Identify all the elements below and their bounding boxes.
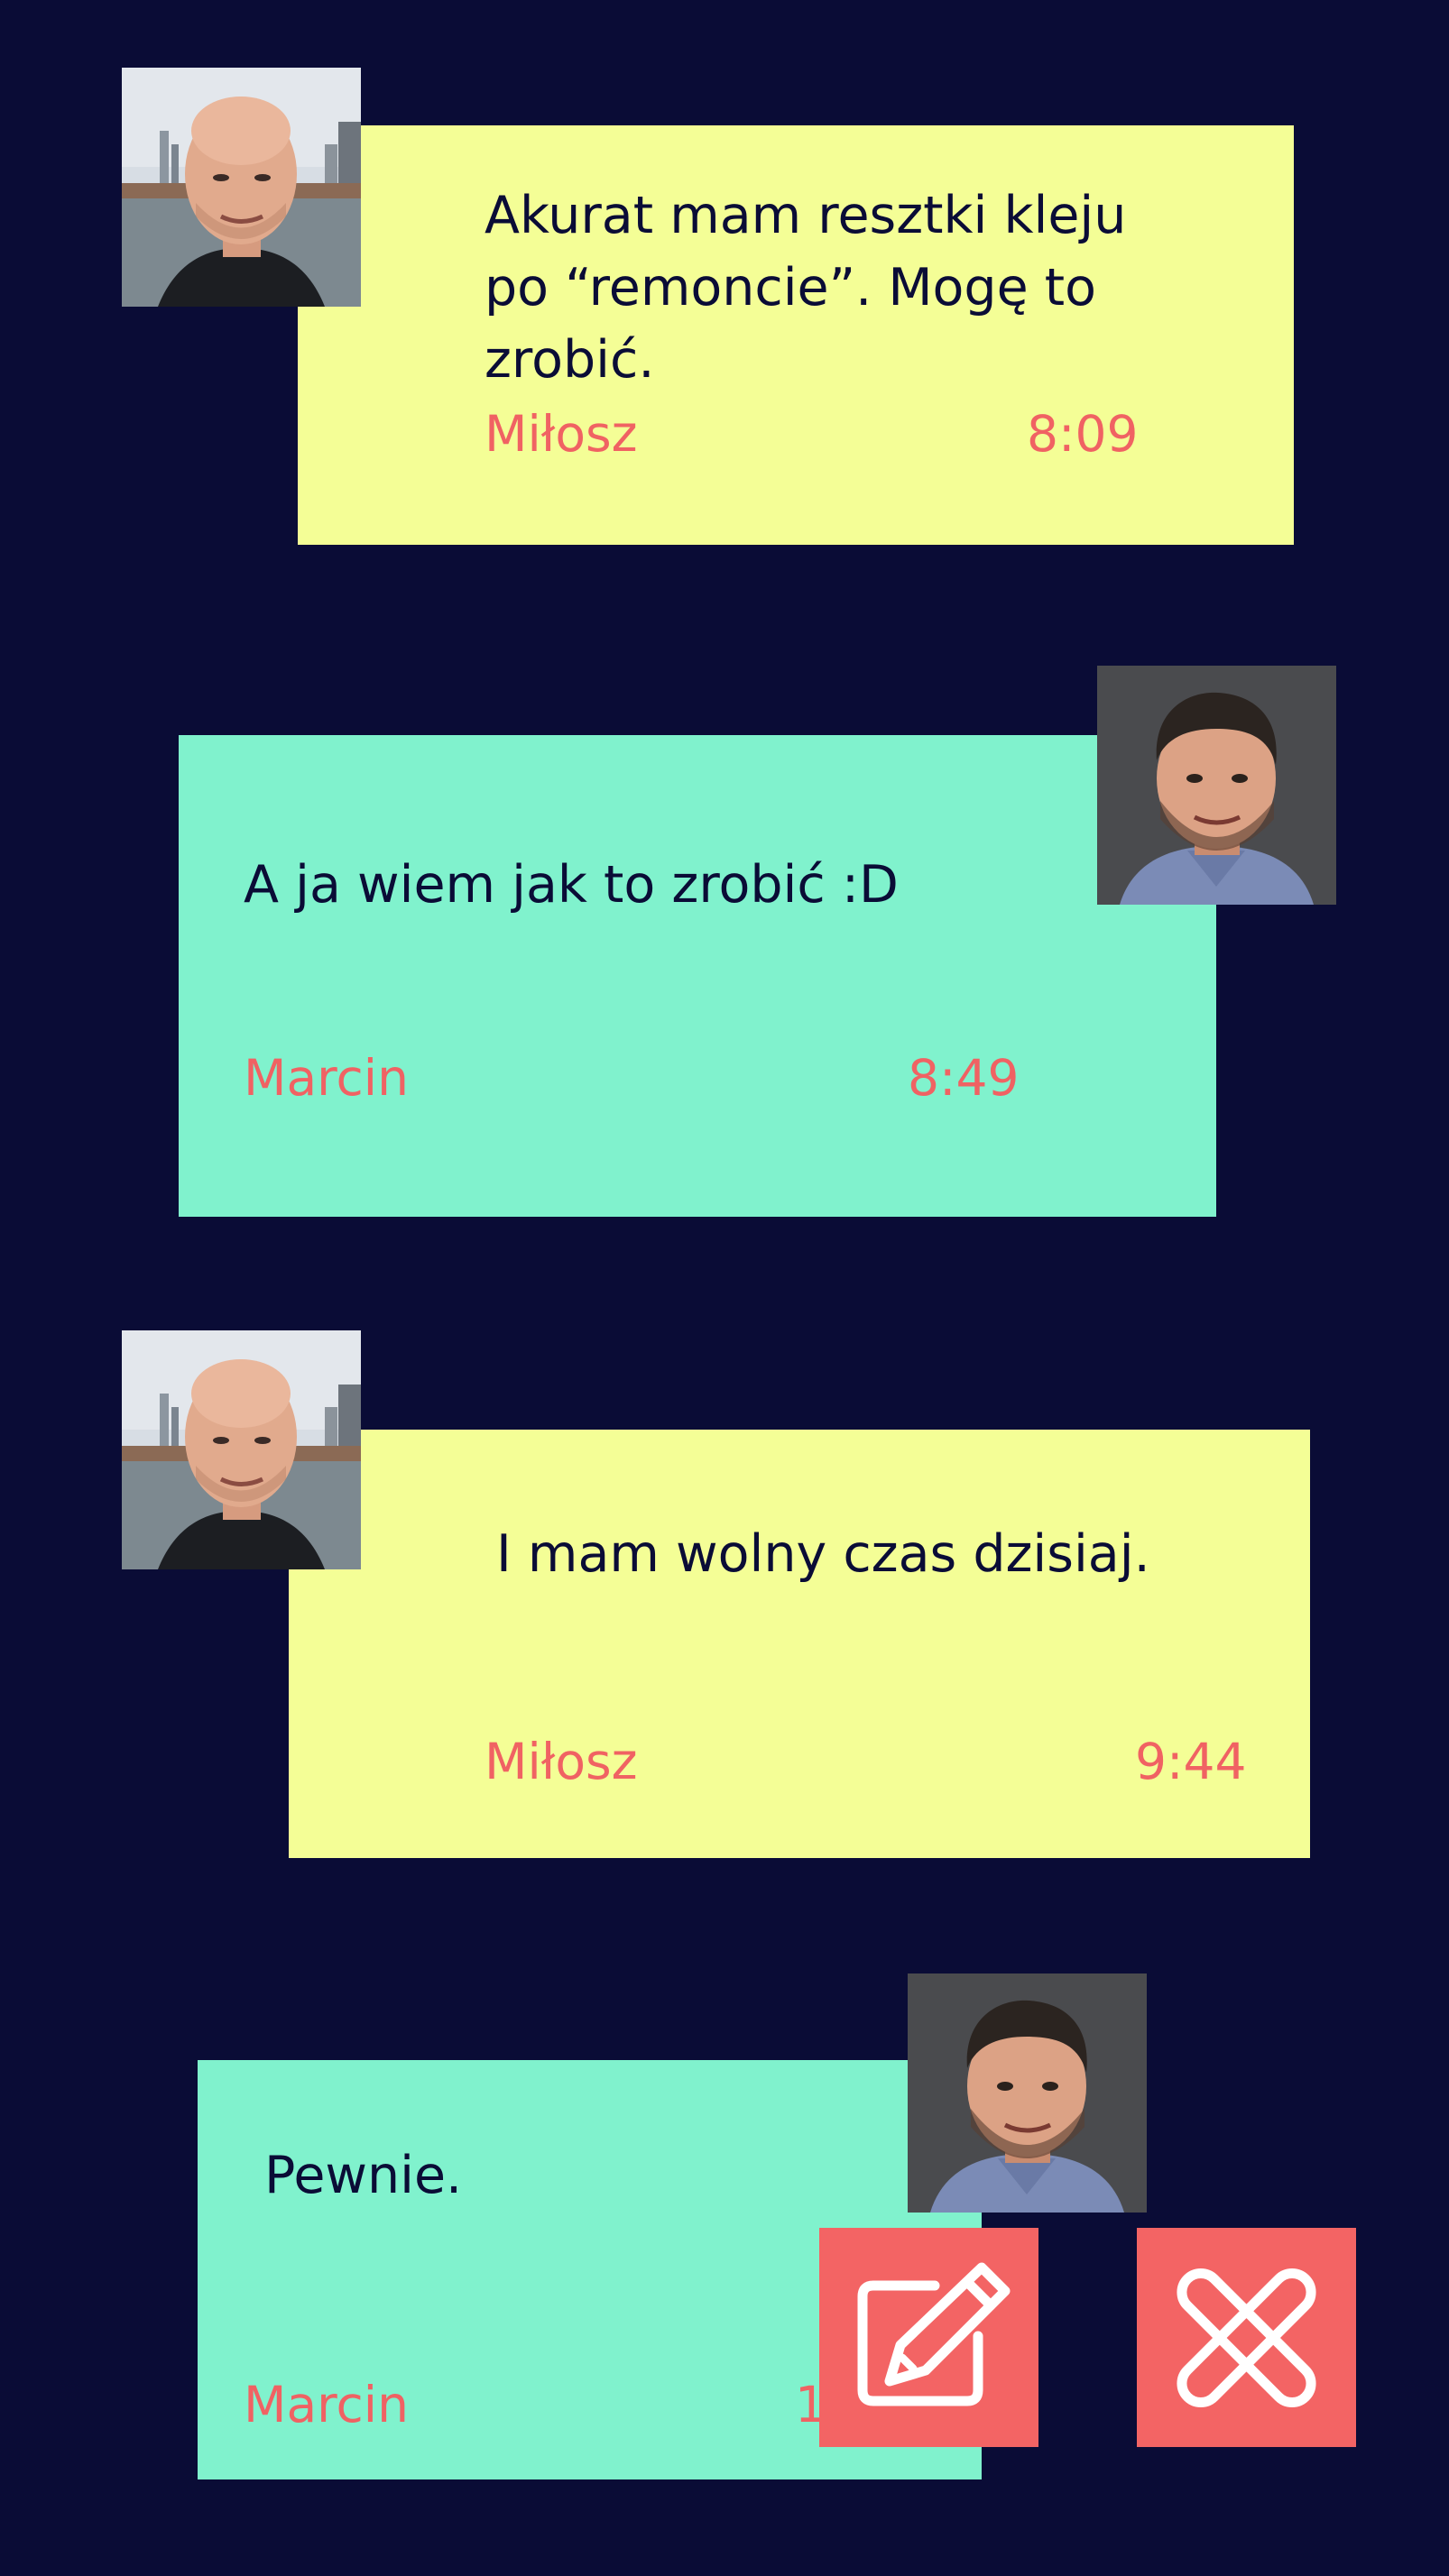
chat-thread: Akurat mam resztki kleju po “remoncie”. … xyxy=(0,0,1449,2576)
sender-name: Marcin xyxy=(244,2376,409,2433)
close-x-icon xyxy=(1177,2268,1316,2408)
avatar-milosz xyxy=(122,68,361,307)
delete-message-button[interactable] xyxy=(1137,2228,1356,2447)
avatar-milosz xyxy=(122,1330,361,1569)
message-time: 9:44 xyxy=(1135,1733,1247,1790)
edit-message-button[interactable] xyxy=(819,2228,1038,2447)
message-text: Akurat mam resztki kleju po “remoncie”. … xyxy=(485,186,1127,390)
sender-name: Miłosz xyxy=(485,405,638,463)
sender-name: Marcin xyxy=(244,1049,409,1107)
avatar-marcin xyxy=(1097,666,1336,905)
pencil-square-icon xyxy=(857,2262,1011,2406)
message-time: 8:49 xyxy=(908,1049,1020,1107)
message-text: Pewnie. xyxy=(264,2146,463,2205)
avatar-marcin xyxy=(908,1973,1147,2213)
message-time: 8:09 xyxy=(1027,405,1139,463)
message-bubble-milosz[interactable]: Akurat mam resztki kleju po “remoncie”. … xyxy=(298,125,1294,545)
sender-name: Miłosz xyxy=(485,1733,638,1790)
message-bubble-marcin[interactable]: A ja wiem jak to zrobić :D Marcin 8:49 xyxy=(179,735,1216,1217)
message-text: I mam wolny czas dzisiaj. xyxy=(496,1524,1150,1584)
message-bubble-milosz[interactable]: I mam wolny czas dzisiaj. Miłosz 9:44 xyxy=(289,1430,1310,1858)
message-text: A ja wiem jak to zrobić :D xyxy=(244,855,899,915)
